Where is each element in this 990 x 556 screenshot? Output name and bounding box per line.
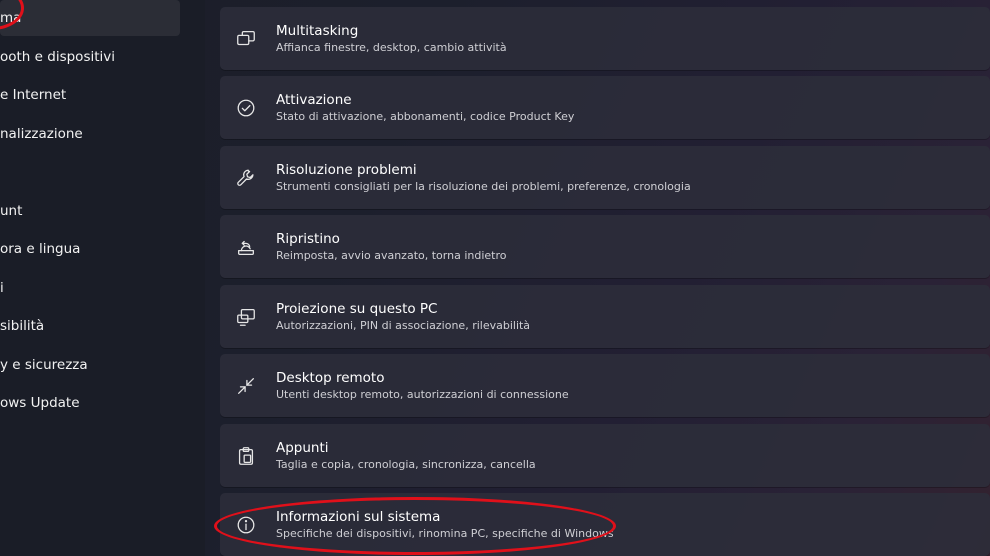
settings-list: Multitasking Affianca finestre, desktop,… bbox=[220, 0, 990, 556]
card-title: Appunti bbox=[276, 440, 329, 456]
settings-card-multitasking[interactable]: Multitasking Affianca finestre, desktop,… bbox=[220, 7, 990, 70]
settings-card-system-info[interactable]: Informazioni sul sistema Specifiche dei … bbox=[220, 493, 990, 556]
card-title: Ripristino bbox=[276, 231, 340, 247]
card-subtitle: Stato di attivazione, abbonamenti, codic… bbox=[276, 110, 575, 123]
card-title: Multitasking bbox=[276, 23, 359, 39]
settings-card-clipboard[interactable]: Appunti Taglia e copia, cronologia, sinc… bbox=[220, 424, 990, 487]
multitasking-icon bbox=[234, 27, 258, 51]
sidebar-item-network[interactable]: e Internet bbox=[0, 77, 66, 113]
settings-card-troubleshoot[interactable]: Risoluzione problemi Strumenti consiglia… bbox=[220, 146, 990, 209]
projection-icon bbox=[234, 305, 258, 329]
card-subtitle: Utenti desktop remoto, autorizzazioni di… bbox=[276, 388, 569, 401]
sidebar-item-label: ows Update bbox=[0, 395, 80, 411]
settings-card-activation[interactable]: Attivazione Stato di attivazione, abbona… bbox=[220, 76, 990, 139]
settings-card-remote-desktop[interactable]: Desktop remoto Utenti desktop remoto, au… bbox=[220, 354, 990, 417]
sidebar: ma ooth e dispositivi e Internet nalizza… bbox=[0, 0, 205, 556]
sidebar-item-label: ma bbox=[0, 10, 22, 26]
sidebar-item-label: i bbox=[0, 280, 4, 296]
sidebar-item-time-language[interactable]: ora e lingua bbox=[0, 231, 80, 267]
sidebar-item-label: y e sicurezza bbox=[0, 357, 88, 373]
sidebar-item-label: unt bbox=[0, 203, 23, 219]
sidebar-item-gaming[interactable]: i bbox=[0, 270, 4, 306]
sidebar-item-label: ora e lingua bbox=[0, 241, 81, 257]
card-subtitle: Specifiche dei dispositivi, rinomina PC,… bbox=[276, 527, 614, 540]
card-title: Proiezione su questo PC bbox=[276, 301, 438, 317]
card-subtitle: Affianca finestre, desktop, cambio attiv… bbox=[276, 41, 507, 54]
remote-desktop-icon bbox=[234, 374, 258, 398]
troubleshoot-icon bbox=[234, 166, 258, 190]
sidebar-item-accounts[interactable]: unt bbox=[0, 193, 22, 229]
sidebar-item-system[interactable]: ma bbox=[0, 0, 180, 36]
info-icon bbox=[234, 513, 258, 537]
sidebar-item-privacy-security[interactable]: y e sicurezza bbox=[0, 347, 88, 383]
sidebar-item-bluetooth[interactable]: ooth e dispositivi bbox=[0, 39, 115, 75]
sidebar-item-label: sibilità bbox=[0, 318, 45, 334]
recovery-icon bbox=[234, 235, 258, 259]
card-title: Informazioni sul sistema bbox=[276, 509, 441, 525]
settings-card-projection[interactable]: Proiezione su questo PC Autorizzazioni, … bbox=[220, 285, 990, 348]
clipboard-icon bbox=[234, 444, 258, 468]
sidebar-item-windows-update[interactable]: ows Update bbox=[0, 385, 80, 421]
card-subtitle: Strumenti consigliati per la risoluzione… bbox=[276, 180, 691, 193]
sidebar-item-label: ooth e dispositivi bbox=[0, 49, 116, 65]
sidebar-item-personalization[interactable]: nalizzazione bbox=[0, 116, 83, 152]
activation-icon bbox=[234, 96, 258, 120]
card-subtitle: Reimposta, avvio avanzato, torna indietr… bbox=[276, 249, 507, 262]
card-subtitle: Autorizzazioni, PIN di associazione, ril… bbox=[276, 319, 531, 332]
card-title: Risoluzione problemi bbox=[276, 162, 417, 178]
settings-card-recovery[interactable]: Ripristino Reimposta, avvio avanzato, to… bbox=[220, 215, 990, 278]
card-subtitle: Taglia e copia, cronologia, sincronizza,… bbox=[276, 458, 536, 471]
card-title: Attivazione bbox=[276, 92, 352, 108]
sidebar-item-label: e Internet bbox=[0, 87, 67, 103]
sidebar-item-accessibility[interactable]: sibilità bbox=[0, 308, 44, 344]
sidebar-item-label: nalizzazione bbox=[0, 126, 83, 142]
card-title: Desktop remoto bbox=[276, 370, 385, 386]
